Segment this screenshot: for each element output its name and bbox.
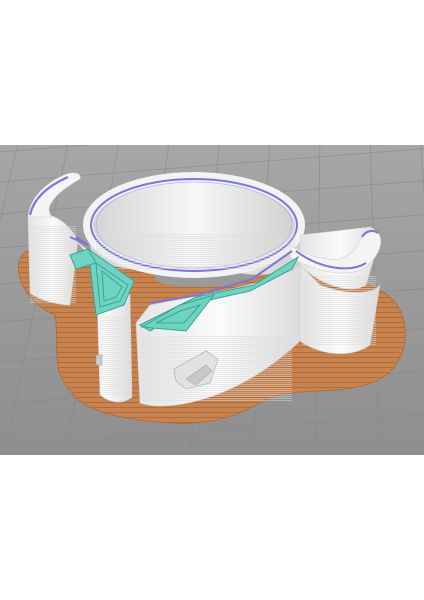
page [0, 0, 424, 600]
right-arm [289, 226, 381, 355]
small-support [95, 354, 103, 366]
slicer-3d-viewport[interactable] [0, 145, 424, 455]
scene-canvas [0, 145, 424, 455]
ring-body [83, 172, 305, 278]
